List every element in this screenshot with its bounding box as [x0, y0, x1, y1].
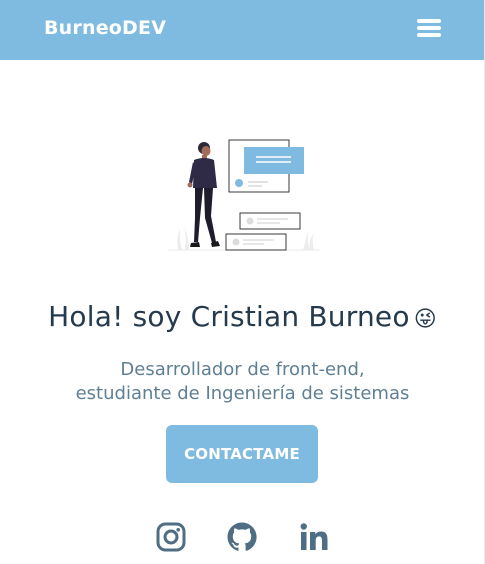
- instagram-icon[interactable]: [156, 520, 186, 554]
- hero-subtitle: Desarrollador de front-end, estudiante d…: [0, 358, 485, 406]
- github-icon[interactable]: [226, 520, 258, 554]
- winking-face-emoji-icon: 😜: [413, 307, 437, 332]
- menu-bar: [417, 19, 441, 23]
- navbar: BurneoDEV: [0, 0, 485, 60]
- contact-button[interactable]: CONTACTAME: [166, 425, 318, 483]
- linkedin-icon[interactable]: [299, 520, 329, 554]
- subtitle-line-1: Desarrollador de front-end,: [120, 359, 365, 380]
- hero-title: Hola! soy Cristian Burneo 😜: [0, 300, 485, 333]
- hero-title-text: Hola! soy Cristian Burneo: [48, 300, 410, 333]
- menu-bar: [417, 33, 441, 37]
- subtitle-line-2: estudiante de Ingeniería de sistemas: [75, 383, 410, 404]
- brand-logo[interactable]: BurneoDEV: [44, 17, 166, 39]
- menu-bar: [417, 26, 441, 30]
- person-with-cards-illustration: [168, 139, 320, 251]
- hamburger-menu-icon[interactable]: [417, 17, 441, 39]
